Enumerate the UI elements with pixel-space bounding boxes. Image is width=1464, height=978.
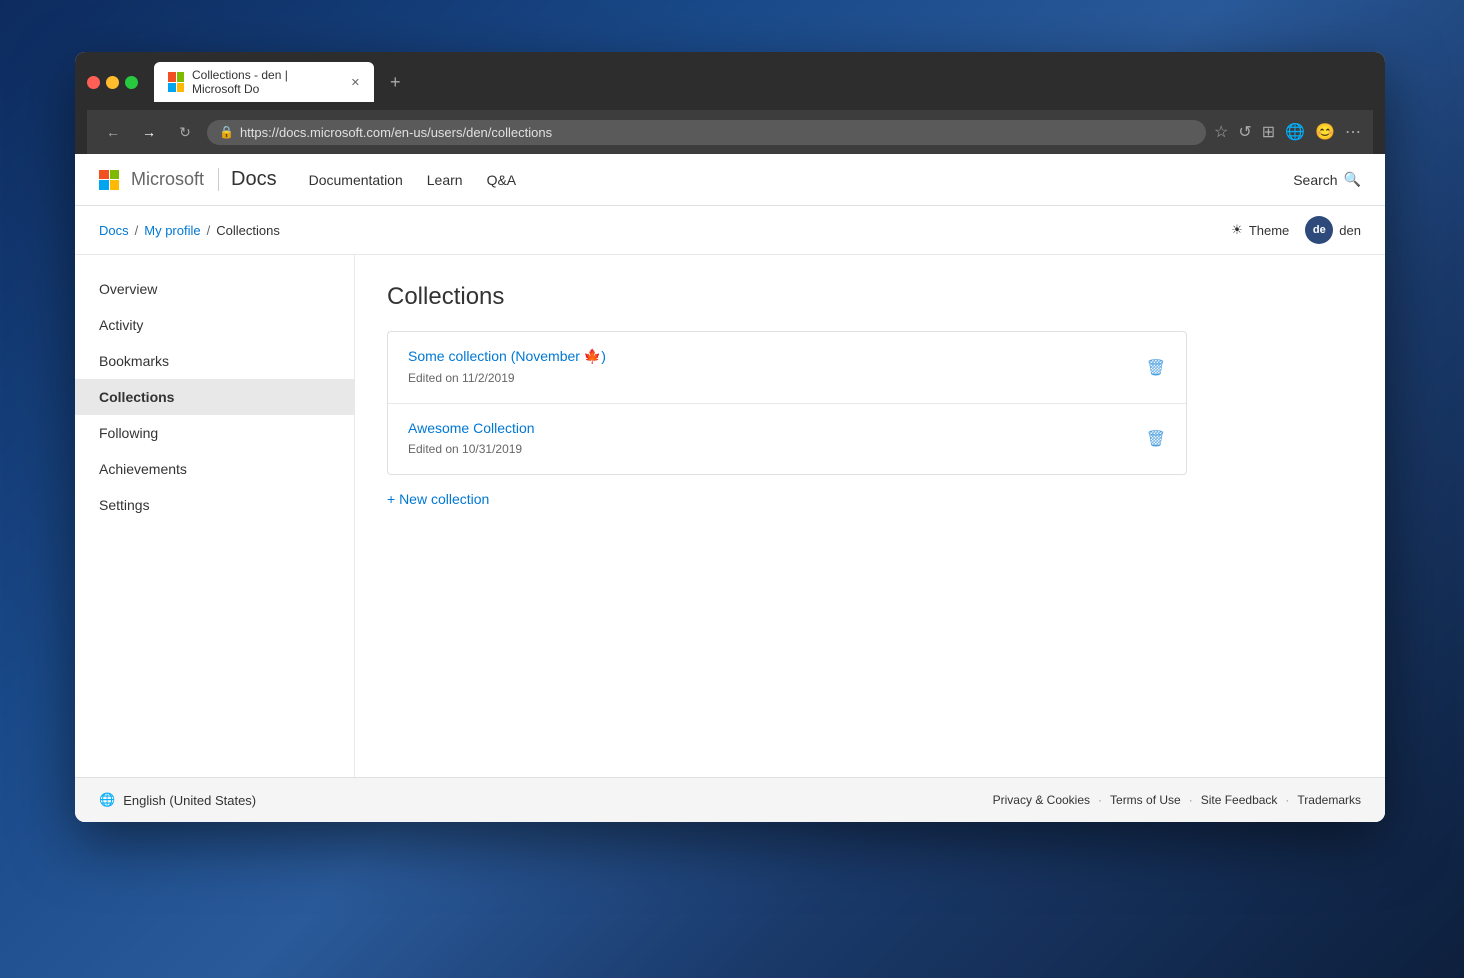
sun-icon: ☀	[1231, 222, 1243, 238]
microsoft-logo	[99, 170, 119, 190]
globe-icon: 🌐	[99, 792, 115, 808]
favorites-icon[interactable]: ⊞	[1262, 122, 1275, 142]
collection-name-1[interactable]: Awesome Collection	[408, 420, 535, 436]
footer-feedback[interactable]: Site Feedback	[1201, 793, 1278, 807]
theme-label: Theme	[1249, 223, 1289, 238]
site-footer: 🌐 English (United States) Privacy & Cook…	[75, 777, 1385, 822]
sidebar-item-following[interactable]: Following	[75, 415, 354, 451]
breadcrumb-sep-1: /	[135, 223, 139, 238]
sidebar-item-overview[interactable]: Overview	[75, 271, 354, 307]
address-text: https://docs.microsoft.com/en-us/users/d…	[240, 125, 552, 140]
profile-icon[interactable]: 🌐	[1285, 122, 1305, 142]
breadcrumb-sep-2: /	[207, 223, 211, 238]
nav-documentation[interactable]: Documentation	[309, 172, 403, 188]
address-bar[interactable]: 🔒 https://docs.microsoft.com/en-us/users…	[207, 120, 1206, 145]
footer-trademarks[interactable]: Trademarks	[1297, 793, 1361, 807]
browser-chrome: Collections - den | Microsoft Do ✕ + ← →…	[75, 52, 1385, 154]
nav-learn[interactable]: Learn	[427, 172, 463, 188]
back-button[interactable]: ←	[99, 118, 127, 146]
user-name: den	[1339, 223, 1361, 238]
collection-name-0[interactable]: Some collection (November 🍁)	[408, 348, 606, 365]
browser-titlebar: Collections - den | Microsoft Do ✕ +	[87, 62, 1373, 102]
collections-list: Some collection (November 🍁) Edited on 1…	[387, 331, 1187, 475]
collection-date-1: Edited on 10/31/2019	[408, 442, 522, 456]
star-icon[interactable]: ☆	[1214, 122, 1228, 142]
refresh-icon[interactable]: ↺	[1238, 122, 1251, 142]
maximize-traffic-light[interactable]	[125, 76, 138, 89]
reload-button[interactable]: ↻	[171, 118, 199, 146]
page-title: Collections	[387, 283, 1353, 311]
locale-text: English (United States)	[123, 793, 256, 808]
collection-info-1: Awesome Collection Edited on 10/31/2019	[408, 420, 535, 458]
collection-item-0: Some collection (November 🍁) Edited on 1…	[388, 332, 1186, 404]
tab-close-button[interactable]: ✕	[351, 76, 360, 89]
footer-locale: 🌐 English (United States)	[99, 792, 256, 808]
search-icon: 🔍	[1344, 171, 1361, 188]
sidebar-item-achievements[interactable]: Achievements	[75, 451, 354, 487]
page-content: Microsoft Docs Documentation Learn Q&A S…	[75, 154, 1385, 822]
main-content: Collections Some collection (November 🍁)…	[355, 255, 1385, 777]
footer-privacy[interactable]: Privacy & Cookies	[993, 793, 1090, 807]
sidebar-item-activity[interactable]: Activity	[75, 307, 354, 343]
site-logo: Microsoft Docs	[99, 168, 277, 191]
tab-title: Collections - den | Microsoft Do	[192, 68, 339, 96]
tab-favicon	[168, 74, 184, 90]
user-info[interactable]: de den	[1305, 216, 1361, 244]
collection-date-0: Edited on 11/2/2019	[408, 371, 515, 385]
search-button[interactable]: Search 🔍	[1293, 171, 1361, 188]
forward-button[interactable]: →	[135, 118, 163, 146]
site-name: Docs	[218, 168, 277, 191]
browser-tab[interactable]: Collections - den | Microsoft Do ✕	[154, 62, 374, 102]
theme-button[interactable]: ☀ Theme	[1231, 222, 1289, 238]
delete-button-0[interactable]: 🗑	[1146, 358, 1166, 378]
search-label: Search	[1293, 172, 1337, 188]
breadcrumb-bar: Docs / My profile / Collections ☀ Theme …	[75, 206, 1385, 255]
emoji-icon[interactable]: 😊	[1315, 122, 1335, 142]
nav-qa[interactable]: Q&A	[487, 172, 517, 188]
menu-icon[interactable]: ⋯	[1345, 122, 1361, 142]
browser-window: Collections - den | Microsoft Do ✕ + ← →…	[75, 52, 1385, 822]
close-traffic-light[interactable]	[87, 76, 100, 89]
lock-icon: 🔒	[219, 125, 234, 139]
footer-terms[interactable]: Terms of Use	[1110, 793, 1181, 807]
avatar: de	[1305, 216, 1333, 244]
main-layout: Overview Activity Bookmarks Collections …	[75, 255, 1385, 777]
collection-item-1: Awesome Collection Edited on 10/31/2019 …	[388, 404, 1186, 474]
breadcrumb-my-profile[interactable]: My profile	[144, 223, 200, 238]
breadcrumb-current: Collections	[216, 223, 280, 238]
traffic-lights	[87, 76, 138, 89]
site-header: Microsoft Docs Documentation Learn Q&A S…	[75, 154, 1385, 206]
site-nav: Documentation Learn Q&A	[309, 172, 1294, 188]
breadcrumb: Docs / My profile / Collections	[99, 223, 280, 238]
browser-toolbar: ← → ↻ 🔒 https://docs.microsoft.com/en-us…	[87, 110, 1373, 154]
new-collection-button[interactable]: + New collection	[387, 491, 1353, 507]
sidebar-item-bookmarks[interactable]: Bookmarks	[75, 343, 354, 379]
new-tab-button[interactable]: +	[382, 68, 409, 97]
sidebar-item-settings[interactable]: Settings	[75, 487, 354, 523]
delete-button-1[interactable]: 🗑	[1146, 429, 1166, 449]
breadcrumb-docs[interactable]: Docs	[99, 223, 129, 238]
footer-links: Privacy & Cookies · Terms of Use · Site …	[993, 793, 1361, 807]
minimize-traffic-light[interactable]	[106, 76, 119, 89]
collection-info-0: Some collection (November 🍁) Edited on 1…	[408, 348, 606, 387]
sidebar-item-collections[interactable]: Collections	[75, 379, 354, 415]
toolbar-actions: ☆ ↺ ⊞ 🌐 😊 ⋯	[1214, 122, 1361, 142]
breadcrumb-actions: ☀ Theme de den	[1231, 216, 1361, 244]
sidebar: Overview Activity Bookmarks Collections …	[75, 255, 355, 777]
